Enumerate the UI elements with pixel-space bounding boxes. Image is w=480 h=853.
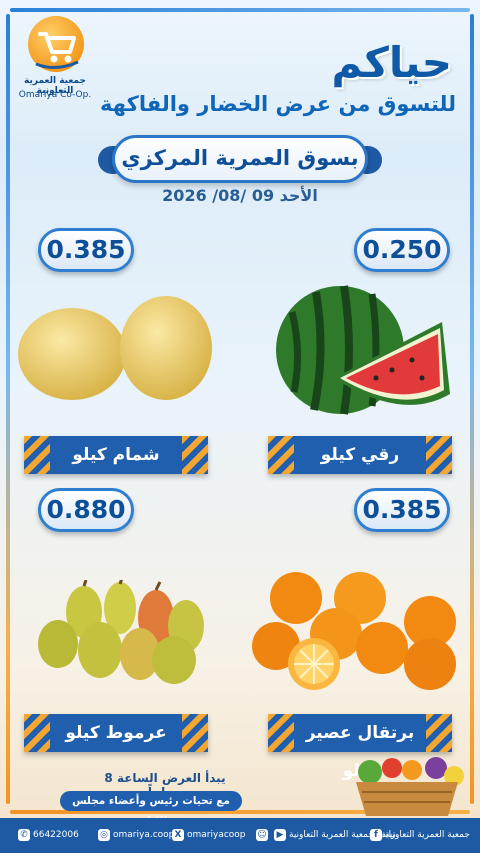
coop-logo: جمعية العمرية التعاونية Omariya Co-Op.: [14, 16, 96, 108]
facebook-page: جمعية العمرية التعاونية: [385, 830, 470, 840]
product-name-watermelon: رقي كيلو: [320, 445, 400, 465]
offer-subtitle: للتسوق من عرض الخضار والفاكهة: [100, 92, 456, 116]
pear-image: [38, 580, 204, 684]
product-name-pear: عرموط كيلو: [65, 723, 167, 743]
instagram-icon: ◎: [98, 828, 110, 841]
cart-logo-icon: [28, 16, 84, 72]
product-label-orange: برتقال عصير كيلو: [268, 714, 452, 781]
instagram-handle: omariya.coop: [113, 830, 175, 840]
product-label-pear: عرموط كيلو: [24, 714, 208, 752]
price-badge-pear: 0.880: [38, 488, 134, 532]
social-whatsapp[interactable]: ✆ 66422006: [18, 827, 79, 843]
social-facebook[interactable]: f جمعية العمرية التعاونية: [370, 827, 470, 843]
product-label-melon: شمام كيلو: [24, 436, 208, 474]
frame-left: [6, 14, 10, 804]
frame-top: [10, 8, 470, 12]
whatsapp-icon: ✆: [18, 828, 30, 841]
price-badge-melon: 0.385: [38, 228, 134, 272]
logo-name-en: Omariya Co-Op.: [18, 90, 92, 100]
board-greetings: مع تحيات رئيس وأعضاء مجلس الإدارة: [60, 791, 242, 827]
social-bar: ✆ 66422006 ◎ omariya.coop Xomariyacoop ☺ ▶…: [0, 818, 480, 853]
melon-image: [18, 296, 212, 400]
x-handle: omariyacoop: [187, 830, 246, 840]
whatsapp-number: 66422006: [33, 830, 79, 840]
x-icon: X: [172, 828, 184, 841]
orange-image: [252, 572, 456, 690]
price-badge-watermelon: 0.250: [354, 228, 450, 272]
social-snapchat[interactable]: ☺: [256, 827, 271, 843]
greeting-title: حياكم: [331, 38, 452, 87]
snapchat-icon: ☺: [256, 828, 268, 841]
frame-right: [470, 14, 474, 804]
product-name-orange: برتقال عصير كيلو: [305, 723, 415, 781]
product-name-melon: شمام كيلو: [72, 445, 160, 465]
basket-image: [356, 757, 464, 816]
social-instagram[interactable]: ◎ omariya.coop: [98, 827, 174, 843]
offer-date: الأحد 09 /08/ 2026: [162, 186, 318, 205]
facebook-icon: f: [370, 828, 382, 841]
watermelon-image: [276, 285, 450, 415]
social-x[interactable]: Xomariyacoop: [172, 827, 246, 843]
store-name: بسوق العمرية المركزي: [121, 146, 359, 170]
youtube-icon: ▶: [274, 828, 286, 841]
product-label-watermelon: رقي كيلو: [268, 436, 452, 474]
price-badge-orange: 0.385: [354, 488, 450, 532]
